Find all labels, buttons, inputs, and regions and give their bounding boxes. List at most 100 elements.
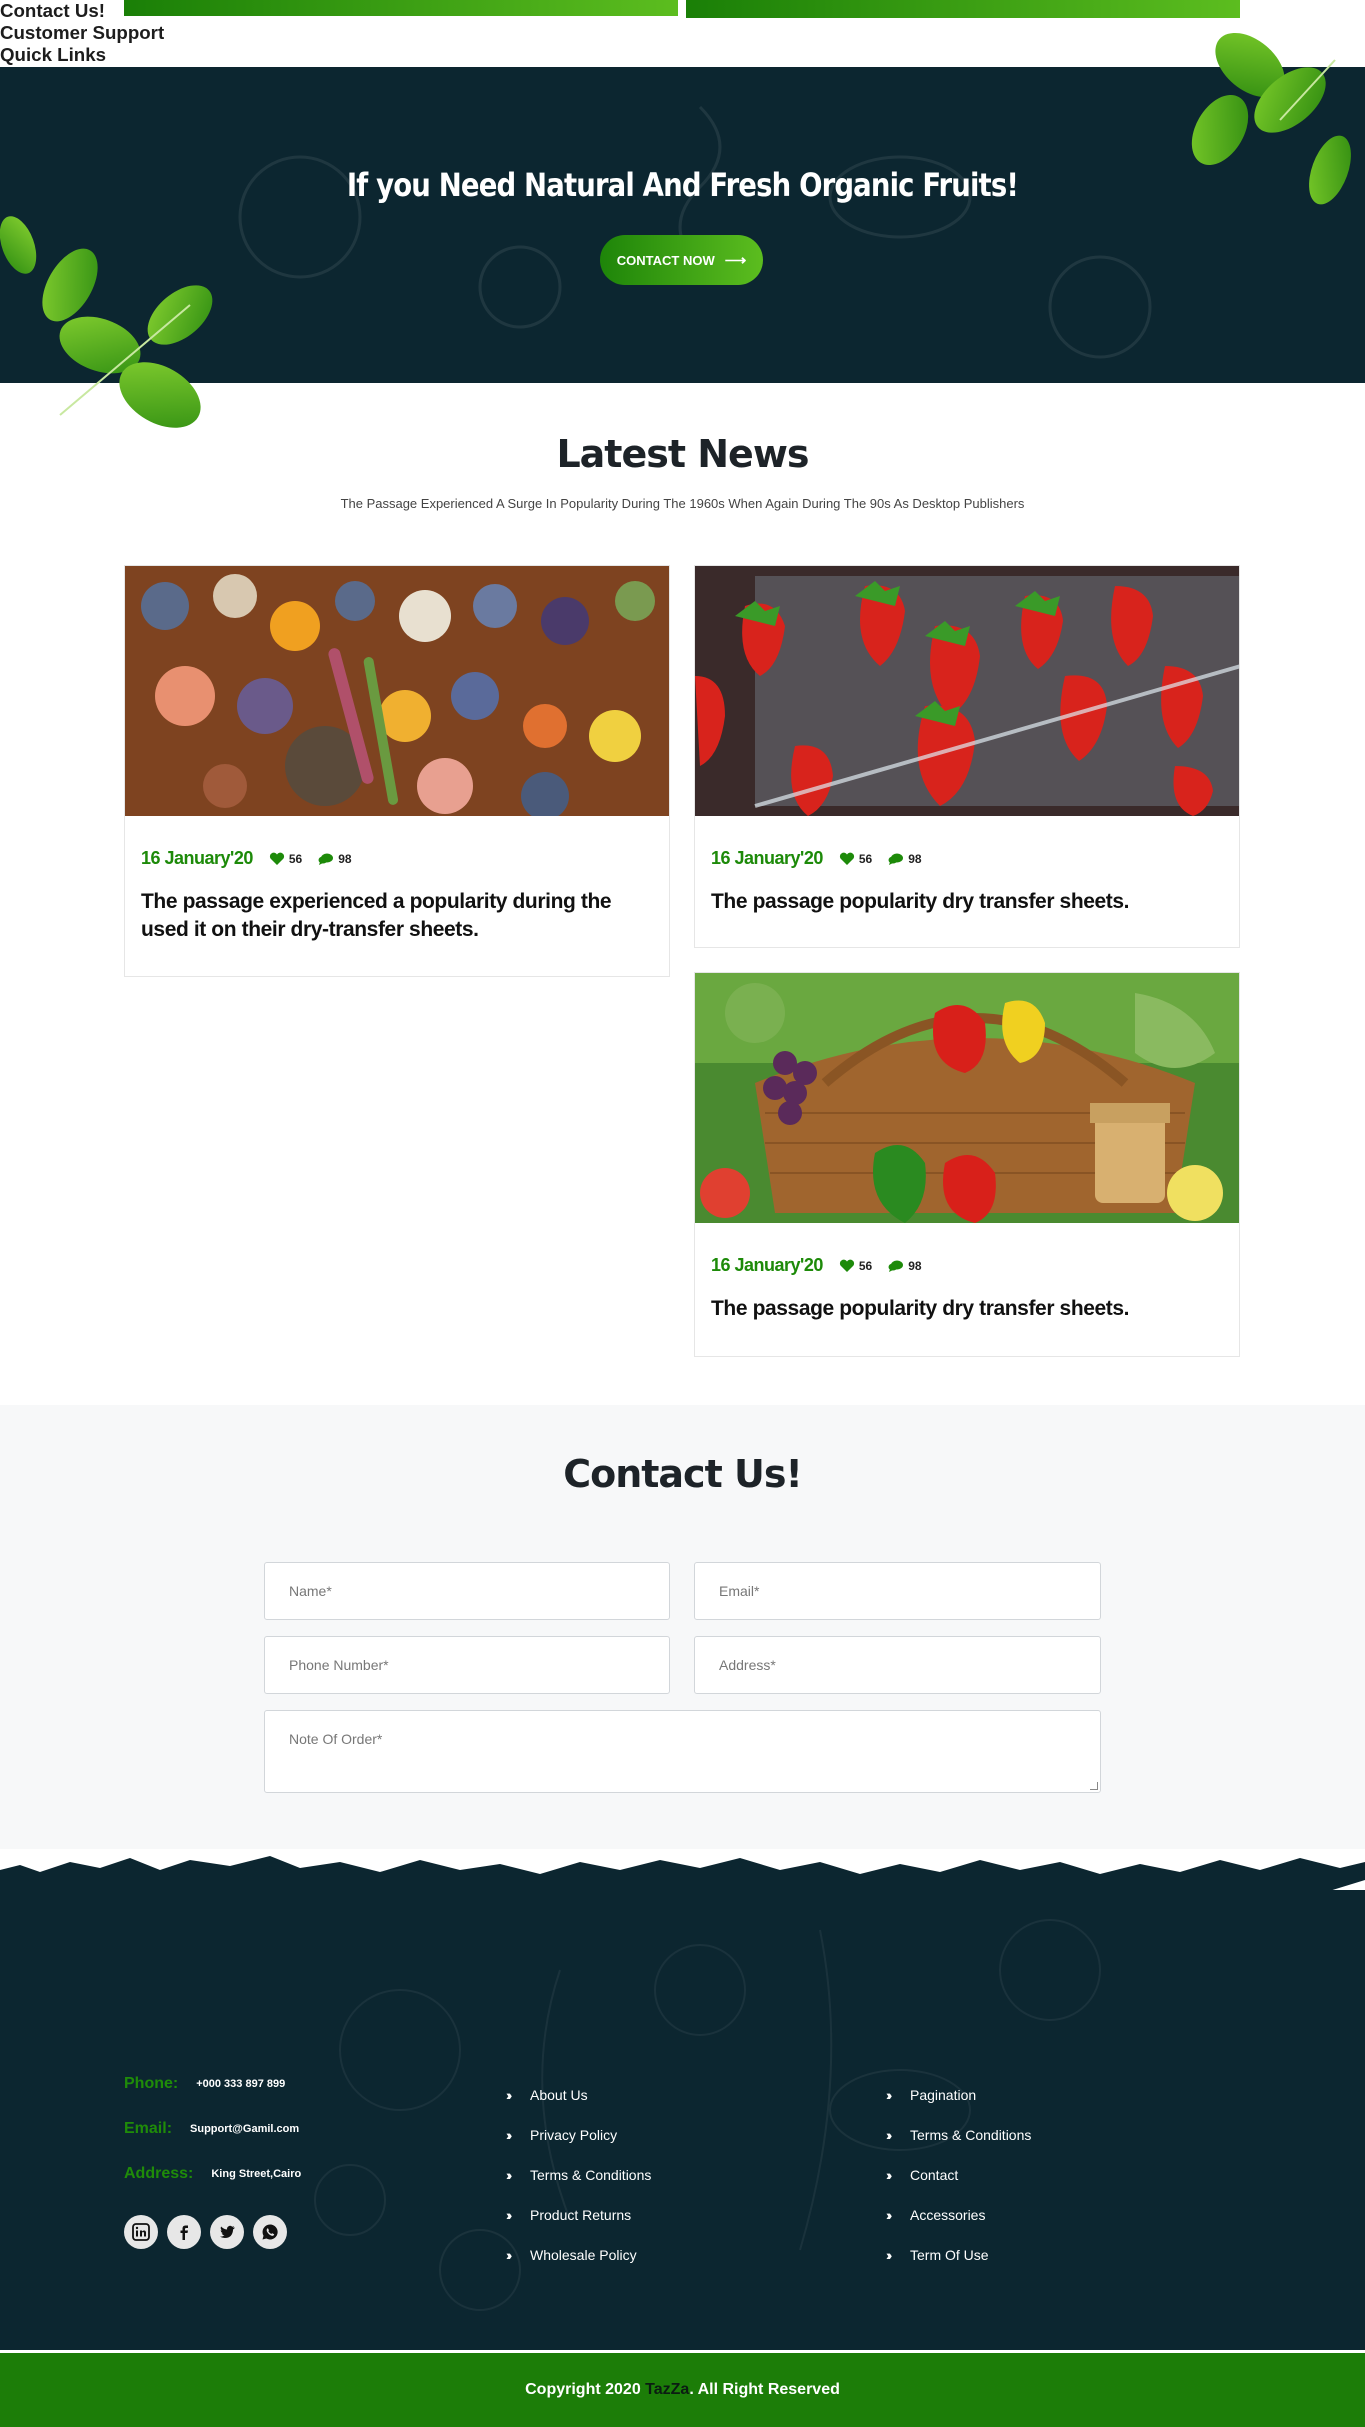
support-link-wholesale[interactable]: ›› Wholesale Policy: [506, 2235, 651, 2275]
copyright-brand-link[interactable]: TazZa: [645, 2381, 689, 2399]
quick-link-terms[interactable]: ›› Terms & Conditions: [886, 2115, 1031, 2155]
comments-icon: [318, 853, 334, 865]
quick-link-contact[interactable]: ›› Contact: [886, 2155, 1031, 2195]
quick-link-term-of-use[interactable]: ›› Term Of Use: [886, 2235, 1031, 2275]
footer-support-title: Customer Support: [0, 22, 165, 43]
double-chevron-icon: ››: [506, 2167, 512, 2183]
support-links: ›› About Us ›› Privacy Policy ›› Terms & Co…: [506, 2075, 651, 2275]
note-placeholder: Note Of Order*: [289, 1731, 383, 1747]
link-label: Terms & Conditions: [910, 2127, 1032, 2143]
twitter-button[interactable]: [210, 2215, 244, 2249]
double-chevron-icon: ››: [886, 2087, 892, 2103]
phone-field[interactable]: Phone Number*: [264, 1636, 670, 1694]
link-label: Product Returns: [530, 2207, 632, 2223]
top-bar-left: [124, 0, 678, 16]
news-card-3[interactable]: 16 January'20 56 98 The passage populari…: [694, 972, 1240, 1357]
mixed-produce-illustration: [125, 566, 669, 816]
phone-label: Phone:: [124, 2075, 179, 2092]
spinach-leaves-top-right: [1191, 32, 1351, 205]
address-field[interactable]: Address*: [694, 1636, 1101, 1694]
link-label: Term Of Use: [910, 2247, 989, 2263]
twitter-icon: [220, 2225, 235, 2238]
support-link-returns[interactable]: ›› Product Returns: [506, 2195, 651, 2235]
quick-links: ›› Pagination ›› Terms & Conditions ›› Cont…: [886, 2075, 1031, 2275]
whatsapp-button[interactable]: [253, 2215, 287, 2249]
likes-stat[interactable]: 56: [269, 852, 302, 866]
link-label: Privacy Policy: [530, 2127, 618, 2143]
footer: [0, 1850, 1365, 2350]
heart-icon: [839, 1259, 854, 1272]
news-image-vegetable-basket[interactable]: [695, 973, 1239, 1223]
address-value: King Street,Cairo: [211, 2168, 302, 2180]
news-meta: 16 January'20 56 98: [711, 848, 922, 869]
email-label: Email:: [124, 2120, 173, 2137]
contact-now-button[interactable]: CONTACT NOW ⟶: [600, 235, 763, 285]
double-chevron-icon: ››: [506, 2087, 512, 2103]
link-label: Terms & Conditions: [530, 2167, 652, 2183]
news-image-strawberries[interactable]: [695, 566, 1239, 816]
resize-handle[interactable]: [1090, 1782, 1098, 1790]
top-bar-right: [686, 0, 1240, 18]
facebook-button[interactable]: [167, 2215, 201, 2249]
latest-news-subtitle: The Passage Experienced A Surge In Popul…: [340, 496, 1025, 511]
heart-icon: [839, 852, 854, 865]
support-link-about[interactable]: ›› About Us: [506, 2075, 651, 2115]
support-link-privacy[interactable]: ›› Privacy Policy: [506, 2115, 651, 2155]
quick-link-accessories[interactable]: ›› Accessories: [886, 2195, 1031, 2235]
news-meta: 16 January'20 56 98: [141, 848, 352, 869]
copyright-prefix: Copyright 2020: [525, 2381, 646, 2398]
double-chevron-icon: ››: [506, 2127, 512, 2143]
link-label: Pagination: [910, 2087, 977, 2103]
footer-background: [0, 1856, 1365, 2350]
news-card-2[interactable]: 16 January'20 56 98 The passage populari…: [694, 565, 1240, 948]
comments-count: 98: [338, 851, 352, 866]
comments-count: 98: [908, 851, 922, 866]
vegetable-basket-illustration: [695, 973, 1239, 1223]
news-card-1[interactable]: 16 January'20 56 98 The passage experien…: [124, 565, 670, 977]
linkedin-icon: [132, 2223, 150, 2241]
footer-address-row: Address: King Street,Cairo: [124, 2165, 301, 2183]
double-chevron-icon: ››: [506, 2207, 512, 2223]
hero-title: If you Need Natural And Fresh Organic Fr…: [346, 166, 1019, 204]
facebook-icon: [180, 2225, 188, 2240]
top-progress-bars: [124, 0, 1240, 18]
link-label: Wholesale Policy: [530, 2247, 637, 2263]
likes-count: 56: [858, 1258, 873, 1273]
email-value[interactable]: Support@Gamil.com: [190, 2123, 299, 2135]
copyright-suffix: . All Right Reserved: [689, 2381, 840, 2398]
social-links: [124, 2215, 287, 2249]
double-chevron-icon: ››: [886, 2207, 892, 2223]
likes-stat[interactable]: 56: [839, 852, 872, 866]
footer-phone-row: Phone: +000 333 897 899: [124, 2075, 285, 2093]
comments-count: 98: [908, 1258, 922, 1273]
quick-link-pagination[interactable]: ›› Pagination: [886, 2075, 1031, 2115]
comments-stat[interactable]: 98: [888, 1258, 922, 1273]
likes-count: 56: [858, 851, 873, 866]
news-date: 16 January'20: [711, 1255, 823, 1275]
link-label: About Us: [530, 2087, 588, 2103]
comments-icon: [888, 853, 904, 865]
comments-stat[interactable]: 98: [318, 851, 352, 866]
phone-value[interactable]: +000 333 897 899: [196, 2078, 285, 2090]
comments-stat[interactable]: 98: [888, 851, 922, 866]
likes-count: 56: [288, 851, 303, 866]
news-headline[interactable]: The passage popularity dry transfer shee…: [711, 1295, 1223, 1323]
support-link-terms[interactable]: ›› Terms & Conditions: [506, 2155, 651, 2195]
link-label: Accessories: [910, 2207, 986, 2223]
news-meta: 16 January'20 56 98: [711, 1255, 922, 1276]
page: If you Need Natural And Fresh Organic Fr…: [0, 0, 1365, 2427]
double-chevron-icon: ››: [506, 2247, 512, 2263]
news-headline[interactable]: The passage experienced a popularity dur…: [141, 888, 653, 944]
likes-stat[interactable]: 56: [839, 1259, 872, 1273]
name-field[interactable]: Name*: [264, 1562, 670, 1620]
latest-news-title: Latest News: [556, 432, 809, 476]
footer-email-row: Email: Support@Gamil.com: [124, 2120, 299, 2138]
news-headline[interactable]: The passage popularity dry transfer shee…: [711, 888, 1223, 916]
note-of-order-field[interactable]: Note Of Order*: [264, 1710, 1101, 1793]
address-label: Address:: [124, 2165, 194, 2182]
email-field[interactable]: Email*: [694, 1562, 1101, 1620]
whatsapp-icon: [262, 2224, 278, 2240]
linkedin-button[interactable]: [124, 2215, 158, 2249]
news-image-mixed-produce[interactable]: [125, 566, 669, 816]
comments-icon: [888, 1260, 904, 1272]
